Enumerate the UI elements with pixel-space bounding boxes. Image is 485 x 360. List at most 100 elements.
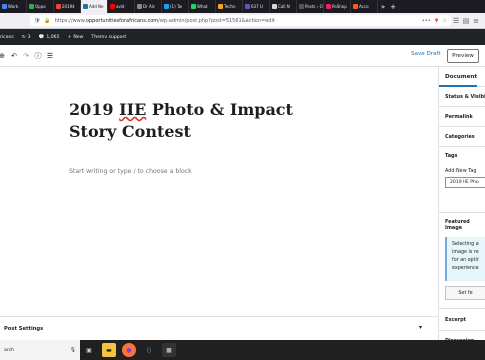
post-settings-label: Post Settings bbox=[4, 325, 44, 332]
post-settings-panel[interactable]: Post Settings ▾ bbox=[0, 316, 438, 340]
tab-overflow-icon[interactable]: » bbox=[378, 0, 388, 13]
lock-icon[interactable]: 🔒 bbox=[44, 18, 50, 24]
notice-line: image is re bbox=[452, 250, 479, 255]
tab-favicon-icon bbox=[110, 4, 115, 9]
updates-link[interactable]: ↻ 3 bbox=[22, 35, 31, 40]
browser-tab[interactable]: avid bbox=[108, 0, 135, 13]
tab-label: Call N bbox=[278, 4, 290, 9]
firefox-icon[interactable]: ● bbox=[122, 343, 136, 357]
undo-icon[interactable]: ↶ bbox=[8, 50, 20, 62]
post-title[interactable]: 2019 IIE Photo & Impact Story Contest bbox=[69, 99, 339, 143]
settings-sidebar: Document Status & Visibili Permalink Cat… bbox=[438, 67, 485, 360]
notice-line: for an optir bbox=[452, 258, 479, 263]
plus-icon: + bbox=[67, 34, 72, 40]
url-bar[interactable]: 🛡 🔒 https://www.opportunitiesforafricans… bbox=[30, 15, 451, 26]
editor-toolbar: ⊕ ↶ ↷ ⓘ ☰ Save Draft Preview bbox=[0, 45, 485, 67]
theme-support-label: Themv support bbox=[91, 34, 127, 40]
tab-label: 20194 bbox=[62, 4, 75, 9]
tab-label: 637 U bbox=[251, 4, 263, 9]
site-name: ricans bbox=[0, 34, 14, 40]
theme-support-link[interactable]: Themv support bbox=[91, 35, 126, 40]
updates-icon: ↻ bbox=[21, 34, 26, 40]
menu-icon[interactable]: ≡ bbox=[471, 16, 481, 26]
panel-permalink[interactable]: Permalink bbox=[439, 107, 485, 127]
panel-categories[interactable]: Categories bbox=[439, 127, 485, 147]
tab-favicon-icon bbox=[191, 4, 196, 9]
browser-tab[interactable]: 637 U bbox=[243, 0, 270, 13]
add-new-tag-label: Add New Tag bbox=[445, 168, 477, 174]
microphone-icon[interactable]: 🎙 bbox=[70, 348, 76, 353]
tab-favicon-icon bbox=[353, 4, 358, 9]
save-draft-button[interactable]: Save Draft bbox=[411, 51, 441, 57]
panel-excerpt[interactable]: Excerpt bbox=[439, 308, 485, 330]
tab-label: Techn bbox=[224, 4, 236, 9]
title-part: 2019 bbox=[69, 100, 120, 119]
tab-label: avid bbox=[116, 4, 125, 9]
page-actions-button[interactable]: ••• bbox=[422, 18, 431, 24]
browser-tab[interactable]: PoShop bbox=[324, 0, 351, 13]
new-tab-icon[interactable]: + bbox=[388, 0, 398, 13]
add-block-icon[interactable]: ⊕ bbox=[0, 50, 8, 62]
url-text: https://www.opportunitiesforafricans.com… bbox=[54, 17, 275, 24]
tab-favicon-icon bbox=[29, 4, 34, 9]
tab-document[interactable]: Document bbox=[439, 67, 485, 87]
browser-tab-strip: Work Oppo 20194 Add Ne avid Dr Alc (1) Tw What T… bbox=[0, 0, 485, 13]
block-appender-placeholder[interactable]: Start writing or type / to choose a bloc… bbox=[69, 168, 192, 175]
browser-tab[interactable]: Dr Alc bbox=[135, 0, 162, 13]
taskbar-search[interactable]: arch 🎙 bbox=[0, 340, 80, 360]
tab-favicon-icon bbox=[83, 4, 88, 9]
preview-button[interactable]: Preview bbox=[447, 49, 479, 63]
redo-icon[interactable]: ↷ bbox=[20, 50, 32, 62]
browser-tab[interactable]: Acco bbox=[351, 0, 378, 13]
comment-icon: 💬 bbox=[38, 34, 45, 40]
editor-canvas: 2019 IIE Photo & Impact Story Contest St… bbox=[0, 67, 438, 316]
comments-count: 1,065 bbox=[46, 34, 60, 40]
tab-label: Acco bbox=[359, 4, 369, 9]
tags-heading[interactable]: Tags bbox=[445, 153, 485, 159]
file-explorer-icon[interactable]: ▬ bbox=[102, 343, 116, 357]
set-featured-image-button[interactable]: Set fe bbox=[445, 286, 485, 300]
browser-tab[interactable]: Work bbox=[0, 0, 27, 13]
bookmark-star-icon[interactable]: ☆ bbox=[443, 18, 447, 24]
tab-favicon-icon bbox=[245, 4, 250, 9]
tab-favicon-icon bbox=[2, 4, 7, 9]
panel-featured-image[interactable]: Featured Image bbox=[439, 213, 485, 237]
pocket-icon[interactable]: ▼ bbox=[435, 18, 439, 24]
tab-favicon-icon bbox=[137, 4, 142, 9]
wp-admin-bar: ricans ↻ 3 💬 1,065 + New Themv support bbox=[0, 29, 485, 45]
tab-label: What bbox=[197, 4, 208, 9]
browser-tab[interactable]: Posts ‹ Op bbox=[297, 0, 324, 13]
tab-label: Add Ne bbox=[89, 4, 104, 9]
comments-link[interactable]: 💬 1,065 bbox=[39, 35, 60, 40]
browser-tab[interactable]: Add Ne bbox=[81, 0, 108, 13]
browser-tab[interactable]: Oppo bbox=[27, 0, 54, 13]
new-label: New bbox=[73, 34, 84, 40]
new-content-link[interactable]: + New bbox=[68, 35, 84, 40]
tab-label: Posts ‹ Op bbox=[305, 4, 324, 9]
browser-tab[interactable]: 20194 bbox=[54, 0, 81, 13]
vscode-icon[interactable]: ⟨⟩ bbox=[142, 343, 156, 357]
notice-line: Selecting a bbox=[452, 242, 479, 247]
chevron-down-icon[interactable]: ▾ bbox=[419, 324, 422, 331]
site-name-link[interactable]: ricans bbox=[0, 35, 14, 40]
tab-favicon-icon bbox=[56, 4, 61, 9]
shield-icon[interactable]: 🛡 bbox=[34, 18, 40, 24]
tab-label: Oppo bbox=[35, 4, 46, 9]
panel-status-visibility[interactable]: Status & Visibili bbox=[439, 87, 485, 107]
tab-label: Work bbox=[8, 4, 19, 9]
block-navigation-icon[interactable]: ☰ bbox=[44, 50, 56, 62]
tab-favicon-icon bbox=[164, 4, 169, 9]
featured-image-notice: Selecting a image is re for an optir exp… bbox=[445, 237, 485, 281]
task-view-icon[interactable]: ▣ bbox=[82, 343, 96, 357]
info-icon[interactable]: ⓘ bbox=[32, 50, 44, 62]
browser-tab[interactable]: (1) Tw bbox=[162, 0, 189, 13]
library-icon[interactable]: ☰ bbox=[451, 16, 461, 26]
reader-view-icon[interactable]: ▤ bbox=[461, 16, 471, 26]
browser-tab[interactable]: Techn bbox=[216, 0, 243, 13]
updates-count: 3 bbox=[27, 34, 31, 40]
tag-input[interactable]: 2019 IIE Pho bbox=[445, 177, 485, 188]
app-icon[interactable]: ■ bbox=[162, 343, 176, 357]
panel-tags: Tags Add New Tag 2019 IIE Pho bbox=[439, 147, 485, 213]
browser-tab[interactable]: Call N bbox=[270, 0, 297, 13]
browser-tab[interactable]: What bbox=[189, 0, 216, 13]
